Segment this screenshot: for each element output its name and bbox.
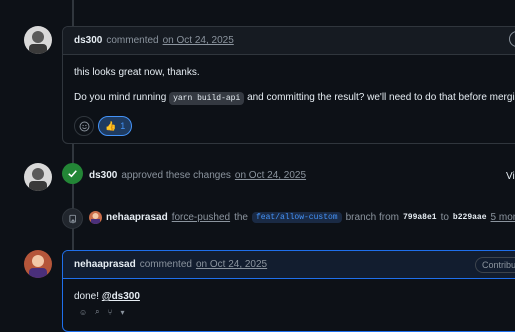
avatar-nehaaprasad[interactable] <box>24 250 52 278</box>
comment-text-after: and committing the result? we'll need to… <box>247 92 515 103</box>
push-to-text: to <box>440 212 449 223</box>
comment-card-ds300: ds300 commented on Oct 24, 2025 this loo… <box>62 26 515 144</box>
toolbar-search-icon[interactable]: ⌕ <box>95 307 99 317</box>
repo-push-icon <box>62 208 83 229</box>
comment-body: this looks great now, thanks. Do you min… <box>63 55 515 143</box>
comment-line-2: Do you mind running yarn build-api and c… <box>74 90 515 107</box>
force-push-event: nehaaprasad force-pushed the feat/allow-… <box>89 211 515 224</box>
comment-text-before: Do you mind running <box>74 92 167 103</box>
review-event: ds300 approved these changes on Oct 24, … <box>89 170 306 181</box>
approved-check-icon <box>62 163 83 184</box>
avatar-image <box>24 250 52 278</box>
view-reviewed-changes-link[interactable]: Vi <box>506 171 515 182</box>
review-date-link[interactable]: on Oct 24, 2025 <box>235 170 306 181</box>
comment-author[interactable]: ds300 <box>74 35 102 46</box>
thumbs-up-reaction[interactable]: 👍 1 <box>98 116 133 136</box>
from-sha[interactable]: 799a8e1 <box>403 213 437 222</box>
review-author[interactable]: ds300 <box>89 170 117 181</box>
push-from-text: branch from <box>345 212 399 223</box>
review-action: approved these changes <box>121 170 231 181</box>
comment-text: done! <box>74 291 100 302</box>
push-the-text: the <box>234 212 248 223</box>
mini-avatar-nehaaprasad[interactable] <box>89 211 102 224</box>
smiley-icon <box>79 121 89 131</box>
comment-header: ds300 commented on Oct 24, 2025 <box>63 27 515 55</box>
comment-date-link[interactable]: on Oct 24, 2025 <box>196 259 267 270</box>
toolbar-reaction-icon[interactable]: ☺ <box>79 308 87 317</box>
reaction-count: 1 <box>120 121 126 131</box>
branch-name[interactable]: feat/allow-custom <box>251 212 342 223</box>
avatar-ds300[interactable] <box>24 26 52 54</box>
comment-line-1: this looks great now, thanks. <box>74 67 200 78</box>
to-sha[interactable]: b229aae <box>453 213 487 222</box>
inline-code: yarn build-api <box>169 92 245 105</box>
thumbs-up-icon: 👍 <box>105 121 117 131</box>
push-author[interactable]: nehaaprasad <box>106 212 168 223</box>
comment-action: commented <box>139 259 192 270</box>
comment-action: commented <box>106 35 159 46</box>
toolbar-chevron-down-icon[interactable]: ▾ <box>120 308 124 317</box>
avatar-image <box>24 26 52 54</box>
comment-line-1: done! @ds300 <box>74 289 515 305</box>
avatar-ds300-review[interactable] <box>24 163 52 191</box>
comment-date-link[interactable]: on Oct 24, 2025 <box>163 35 234 46</box>
comment-body: done! @ds300 <box>63 279 515 324</box>
bottom-toolbar: ☺ ⌕ ⑂ ▾ <box>79 307 124 317</box>
mention-link[interactable]: @ds300 <box>102 291 140 302</box>
force-pushed-link[interactable]: force-pushed <box>172 212 230 223</box>
add-reaction-button[interactable] <box>74 116 94 136</box>
comment-author[interactable]: nehaaprasad <box>74 259 136 270</box>
toolbar-branch-icon[interactable]: ⑂ <box>108 308 113 317</box>
comment-header: nehaaprasad commented on Oct 24, 2025 <box>63 251 515 279</box>
avatar-image <box>24 163 52 191</box>
contributor-badge: Contribut <box>475 257 515 273</box>
reactions-bar: 👍 1 <box>74 116 515 136</box>
push-time-link[interactable]: 5 months <box>491 212 515 223</box>
